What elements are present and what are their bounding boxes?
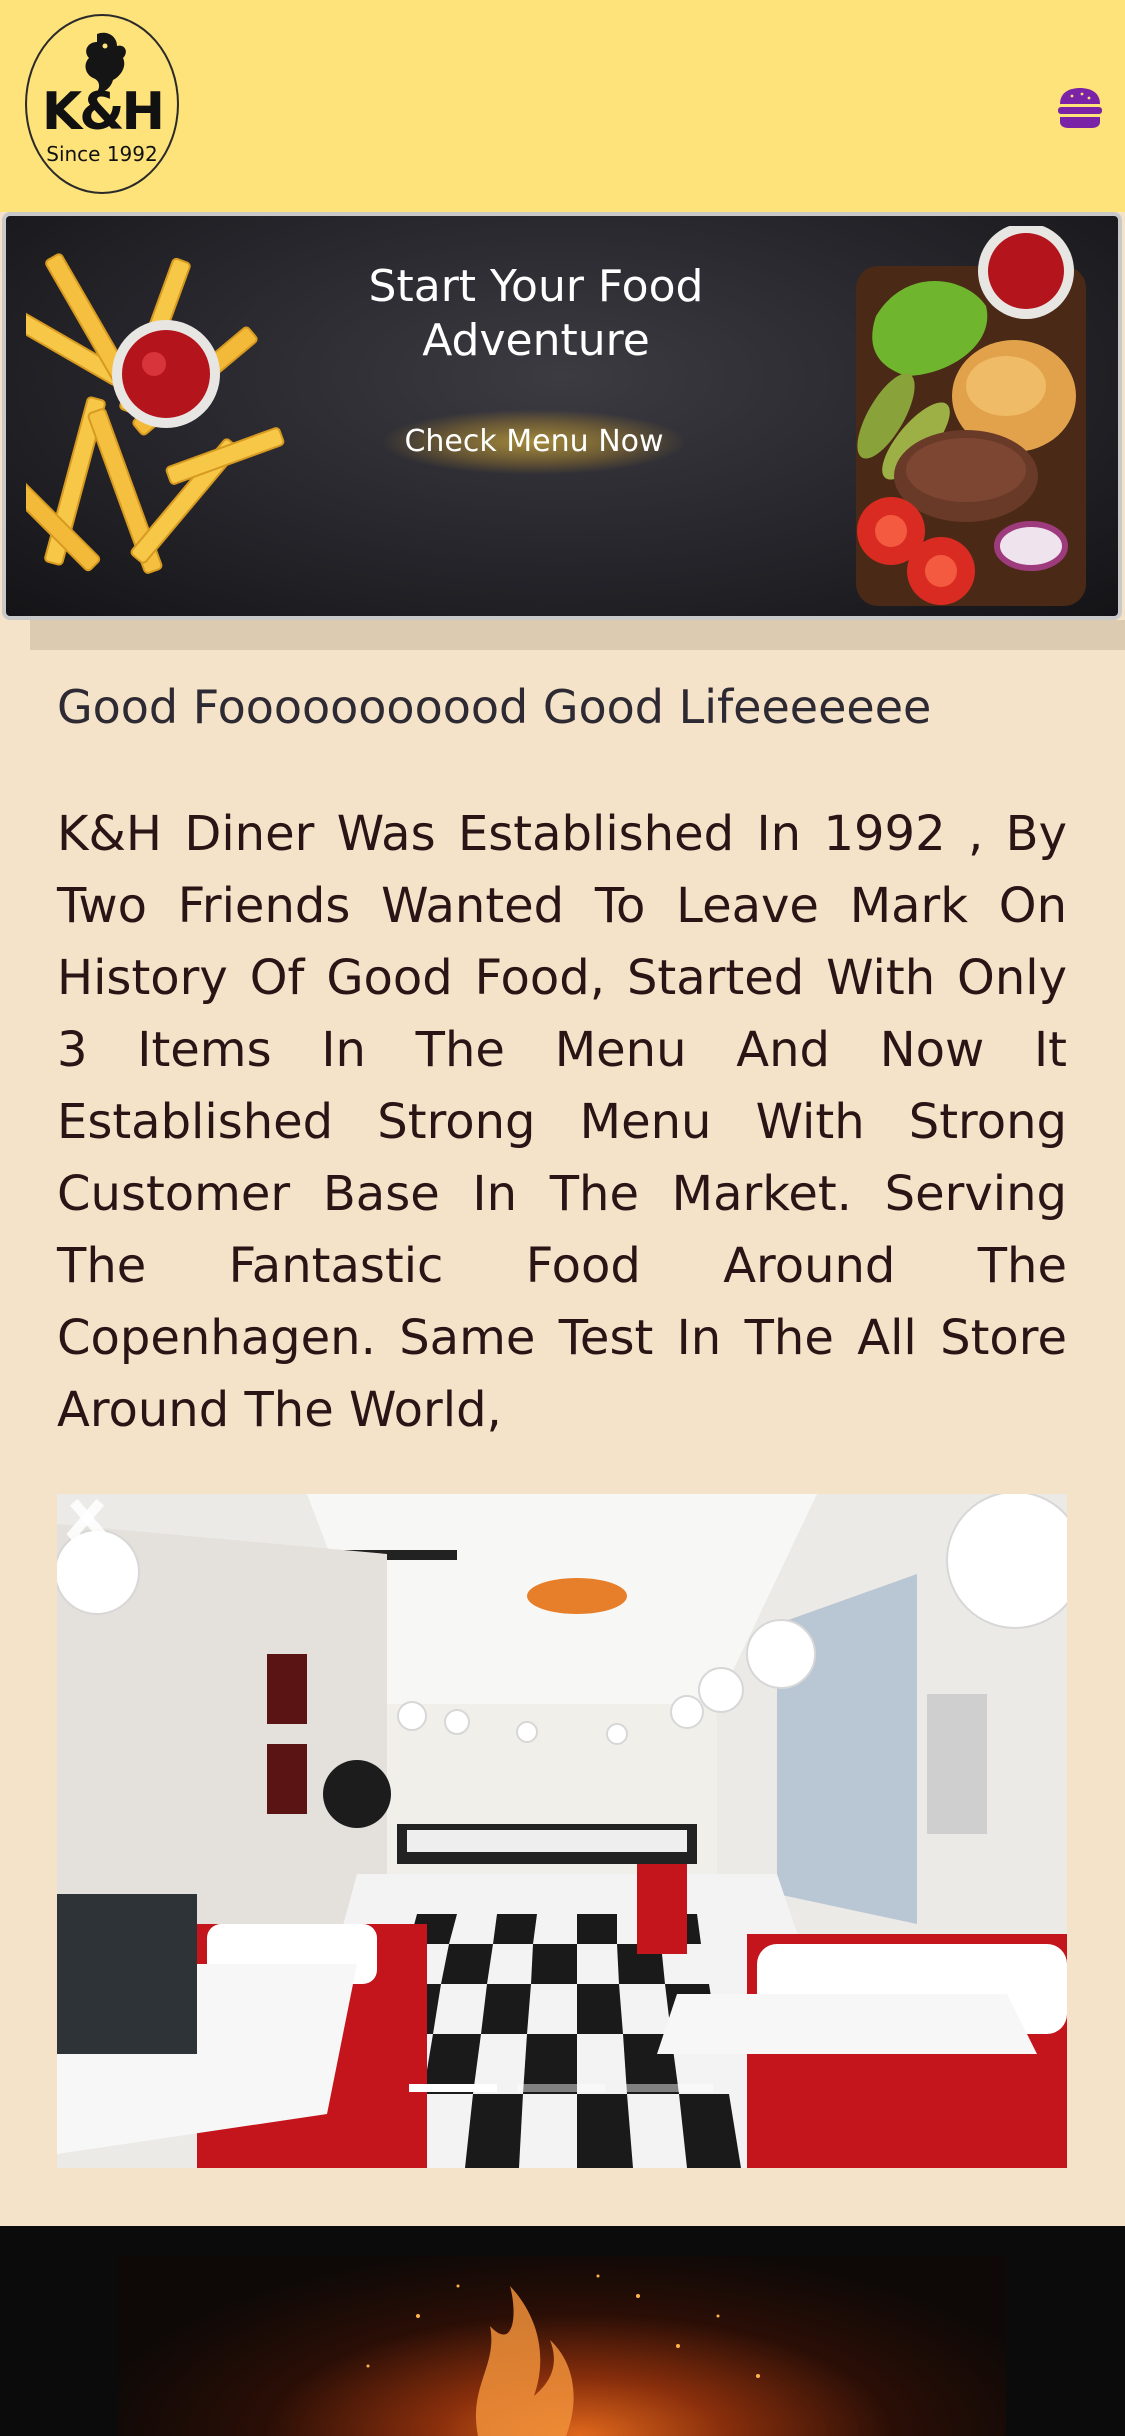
check-menu-button[interactable]: Check Menu Now [384, 410, 684, 474]
burger-ingredients-illustration [856, 226, 1086, 606]
banner-title: Start Your Food Adventure [368, 261, 704, 366]
brand-logo[interactable]: K&H Since 1992 [25, 14, 179, 194]
site-header: K&H Since 1992 [0, 0, 1125, 212]
carousel-indicator-2[interactable] [517, 2084, 605, 2092]
logo-since-text: Since 1992 [46, 142, 158, 166]
hamburger-menu-icon[interactable] [1056, 86, 1104, 130]
chevron-right-icon[interactable] [57, 1494, 117, 1574]
carousel-indicator-1[interactable] [409, 2084, 497, 2092]
logo-text: K&H [41, 82, 165, 142]
flame-icon [366, 2274, 760, 2436]
fries-illustration [26, 253, 285, 574]
hero-banner: Start Your Food Adventure Check Menu Now [2, 212, 1122, 620]
diner-interior-photo [57, 1494, 1067, 2168]
about-description: K&H Diner Was Established In 1992 , By T… [57, 806, 1067, 1438]
fire-background-image [118, 2256, 1006, 2436]
diner-photo-carousel[interactable] [57, 1494, 1067, 2168]
fire-section [0, 2226, 1125, 2436]
carousel-indicators [409, 2084, 719, 2092]
carousel-indicator-3[interactable] [625, 2084, 713, 2092]
banner-shadow [30, 620, 1125, 650]
about-subtitle: Good Fooooooooood Good Lifeeeeeee [57, 680, 932, 734]
